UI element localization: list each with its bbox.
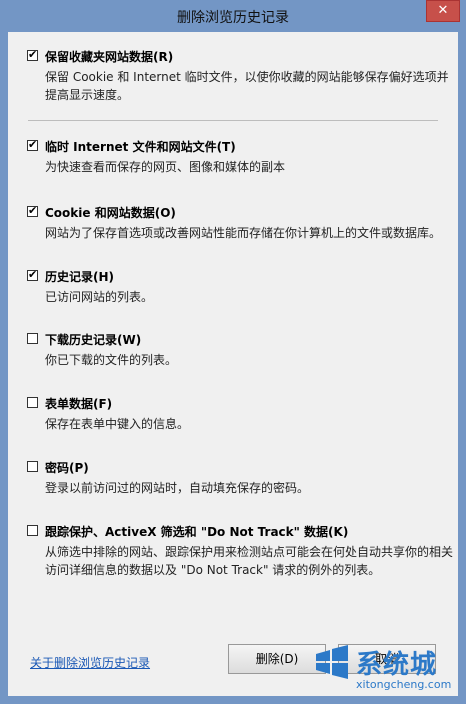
option-description: 你已下载的文件的列表。 (45, 353, 178, 367)
close-icon: ✕ (437, 3, 449, 18)
option-description: 保存在表单中键入的信息。 (45, 417, 190, 431)
dialog-title: 删除浏览历史记录 (177, 10, 289, 26)
option-description: 为快速查看而保存的网页、图像和媒体的副本 (45, 160, 286, 174)
option-label[interactable]: 跟踪保护、ActiveX 筛选和 "Do Not Track" 数据(K) (45, 523, 348, 540)
watermark-text: 系统城 (356, 650, 438, 680)
checkbox-passwords[interactable] (27, 461, 38, 472)
option-description: 网站为了保存首选项或改善网站性能而存储在你计算机上的文件或数据库。 (45, 226, 442, 240)
separator (28, 120, 438, 121)
about-delete-history-link[interactable]: 关于删除浏览历史记录 (30, 654, 150, 671)
checkbox-temp-internet-files[interactable] (27, 138, 38, 152)
checkbox-form-data[interactable] (27, 397, 38, 408)
option-label[interactable]: 保留收藏夹网站数据(R) (45, 48, 173, 65)
checkbox-history[interactable] (27, 268, 38, 282)
title-bar: 删除浏览历史记录 ✕ (0, 0, 466, 32)
option-description: 登录以前访问过的网站时，自动填充保存的密码。 (45, 481, 310, 495)
option-label[interactable]: 表单数据(F) (45, 395, 112, 412)
option-label[interactable]: 历史记录(H) (45, 268, 114, 285)
option-label[interactable]: Cookie 和网站数据(O) (45, 204, 176, 221)
dialog-body: 保留收藏夹网站数据(R) 保留 Cookie 和 Internet 临时文件，以… (8, 32, 458, 696)
checkbox-tracking-protection[interactable] (27, 525, 38, 536)
option-description: 保留 Cookie 和 Internet 临时文件，以使你收藏的网站能够保存偏好… (45, 70, 449, 102)
close-button[interactable]: ✕ (426, 0, 460, 22)
checkbox-cookies[interactable] (27, 204, 38, 218)
option-description: 已访问网站的列表。 (45, 290, 154, 304)
site-watermark: 系统城 xitongcheng.com (312, 642, 462, 700)
windows-logo-icon (316, 645, 348, 679)
option-description: 从筛选中排除的网站、跟踪保护用来检测站点可能会在何处自动共享你的相关访问详细信息… (45, 545, 454, 577)
delete-browsing-history-dialog: 删除浏览历史记录 ✕ 保留收藏夹网站数据(R) 保留 Cookie 和 Inte… (0, 0, 466, 704)
checkbox-download-history[interactable] (27, 333, 38, 344)
option-label[interactable]: 临时 Internet 文件和网站文件(T) (45, 138, 236, 155)
option-label[interactable]: 下载历史记录(W) (45, 331, 141, 348)
checkbox-preserve-favorites[interactable] (27, 48, 38, 62)
option-label[interactable]: 密码(P) (45, 459, 89, 476)
watermark-url: xitongcheng.com (356, 678, 452, 691)
